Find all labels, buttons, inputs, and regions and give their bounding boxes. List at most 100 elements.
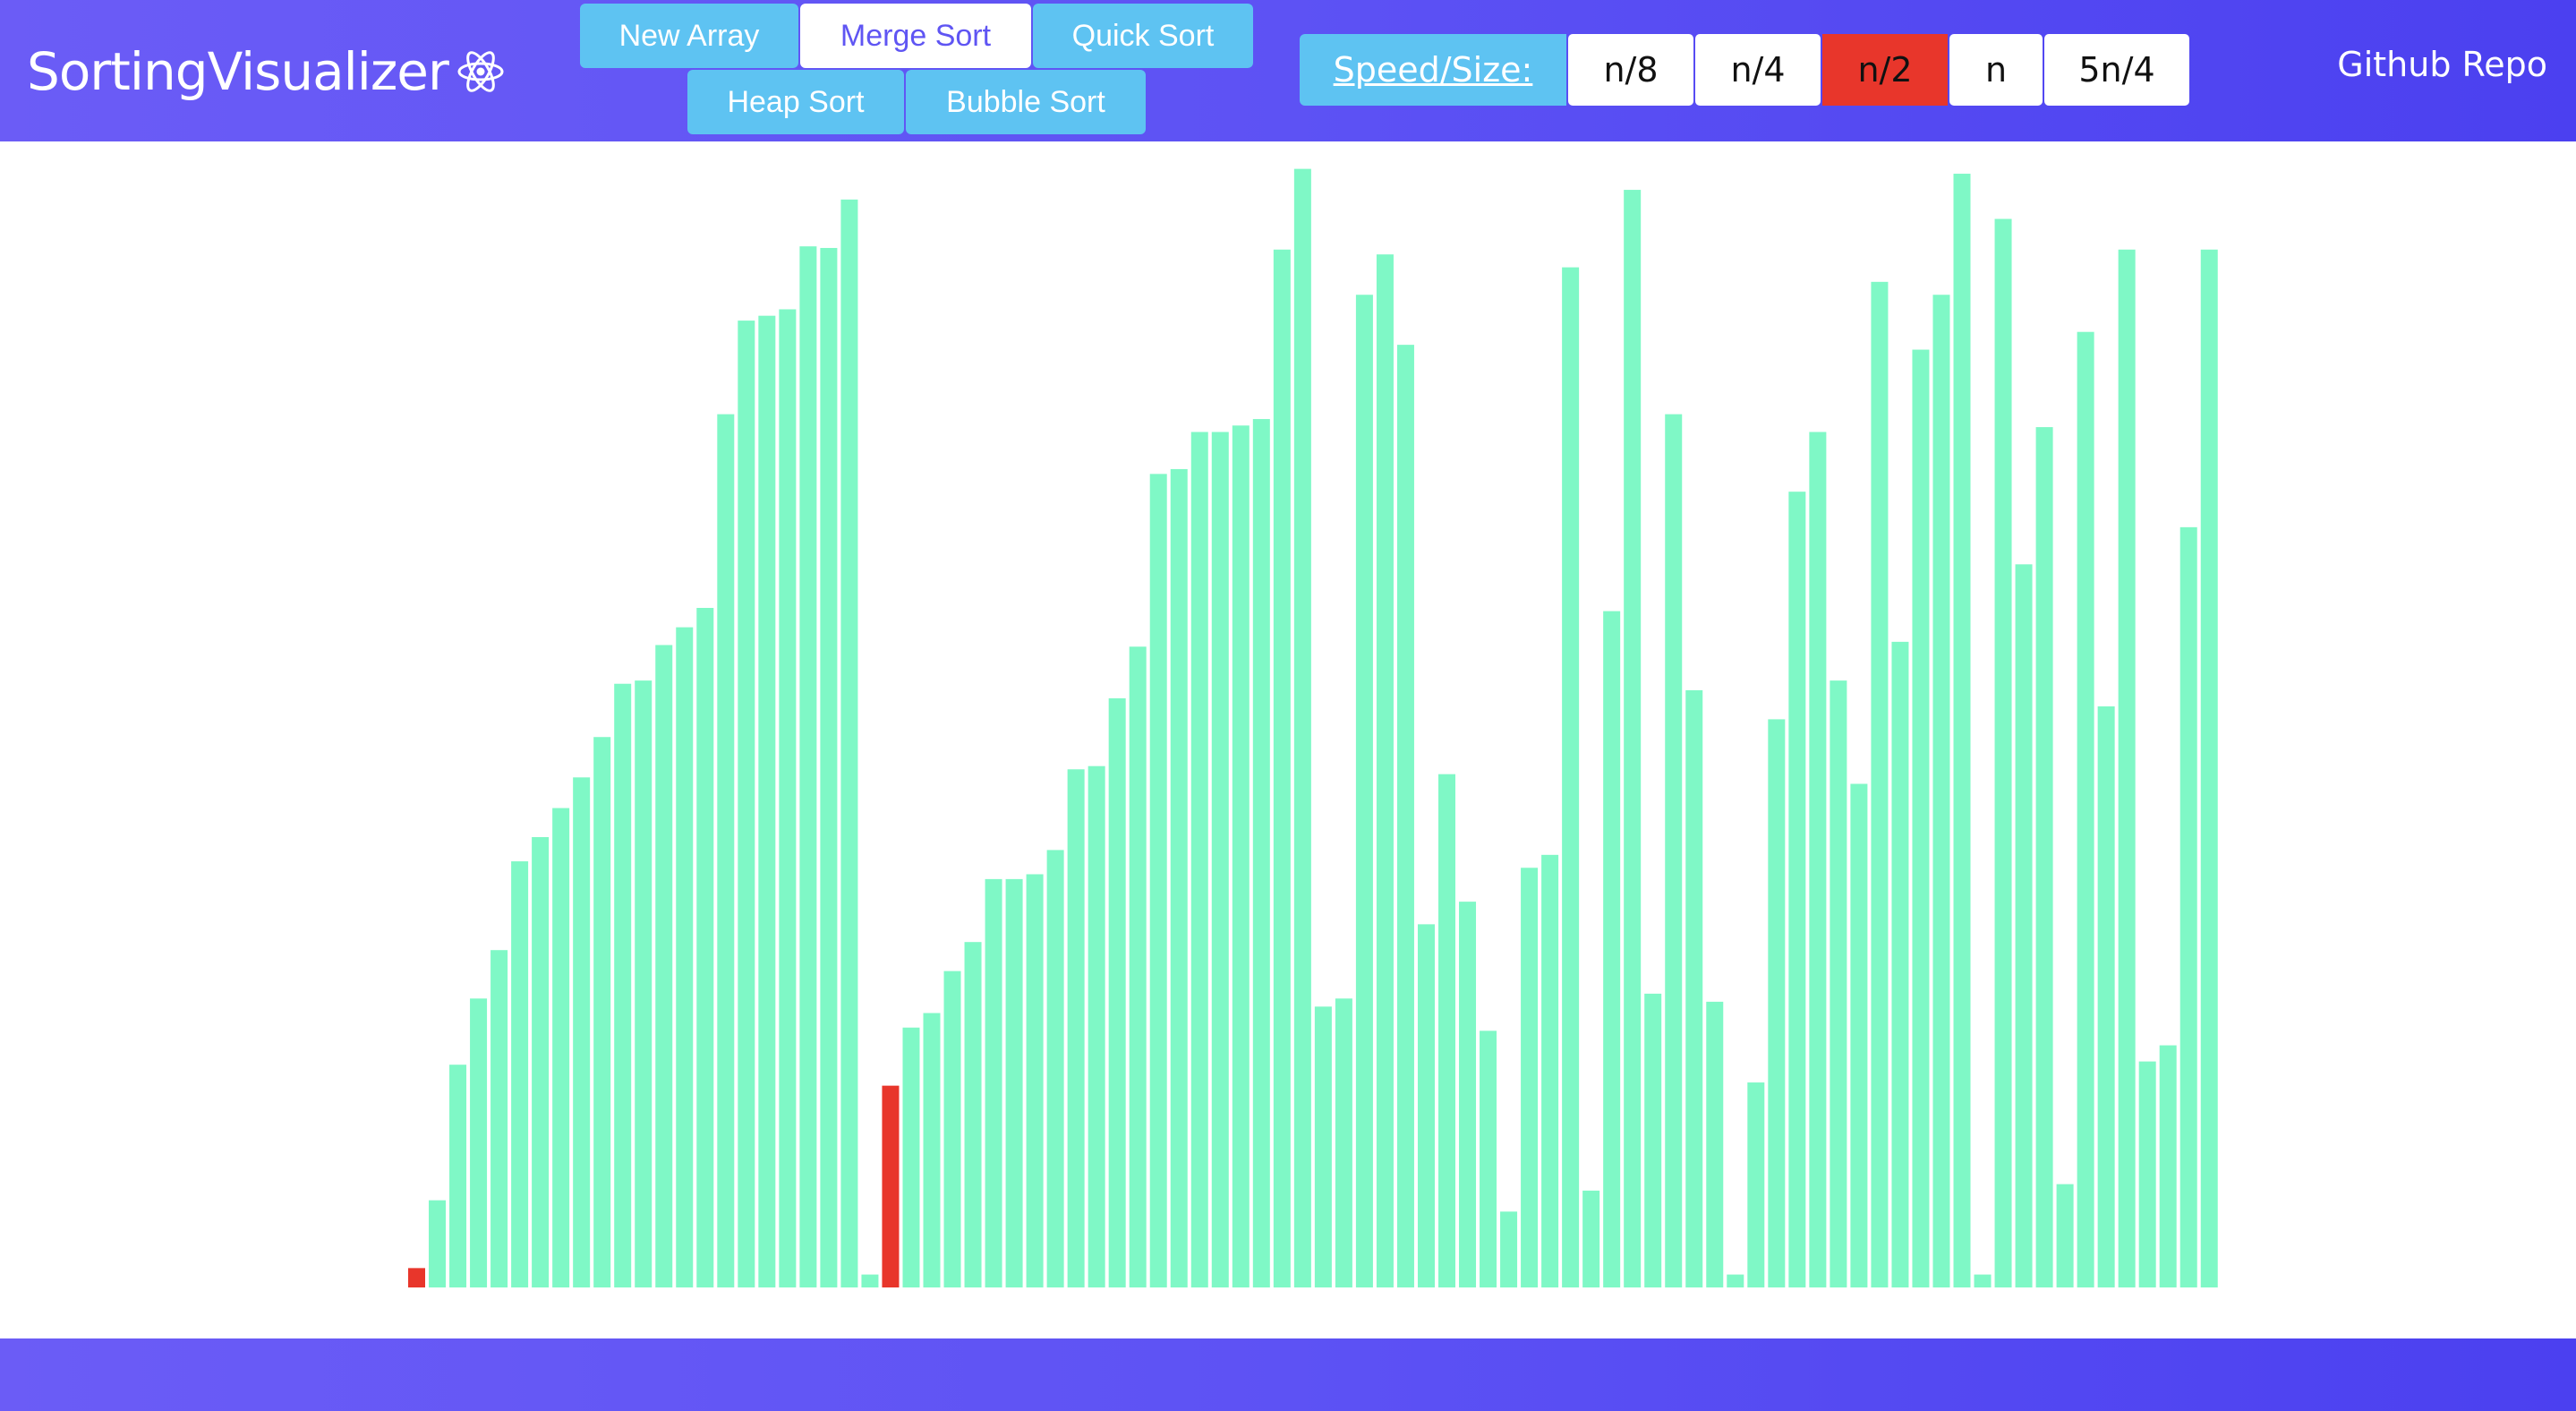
new-array-button[interactable]: New Array	[580, 4, 798, 68]
size-option-5n-4[interactable]: 5n/4	[2044, 34, 2189, 106]
array-bar	[1830, 680, 1847, 1287]
array-bar	[2179, 526, 2197, 1287]
footer-bar	[0, 1338, 2576, 1411]
array-bar	[1541, 854, 1559, 1287]
array-bar	[1788, 492, 1806, 1287]
array-bar	[1149, 474, 1167, 1287]
heap-sort-button[interactable]: Heap Sort	[687, 70, 904, 134]
array-bars-chart	[408, 168, 2218, 1288]
array-bar	[635, 680, 653, 1287]
array-bar	[511, 861, 529, 1287]
array-bar	[449, 1065, 467, 1287]
size-option-n[interactable]: n	[1949, 34, 2043, 106]
array-bar-highlighted	[882, 1085, 900, 1287]
merge-sort-button[interactable]: Merge Sort	[800, 4, 1031, 68]
array-bar	[2097, 706, 2115, 1287]
array-bar	[1665, 414, 1683, 1287]
array-bar	[1438, 774, 1455, 1287]
github-repo-link[interactable]: Github Repo	[2337, 45, 2547, 84]
array-bar	[1809, 432, 1827, 1287]
array-bar	[779, 309, 797, 1288]
array-bar	[1005, 878, 1023, 1287]
array-bar	[1211, 432, 1229, 1287]
array-bar	[1521, 868, 1539, 1287]
array-bar	[552, 808, 570, 1287]
array-bar	[1562, 267, 1580, 1288]
array-bar	[1273, 249, 1291, 1287]
array-bar	[1582, 1190, 1600, 1287]
array-bar	[2138, 1061, 2156, 1287]
array-bar	[1190, 432, 1208, 1287]
array-bar	[1046, 850, 1064, 1287]
array-bar	[573, 777, 591, 1287]
size-option-n-4[interactable]: n/4	[1695, 34, 1821, 106]
brand-title: SortingVisualizer	[27, 41, 449, 102]
array-bar	[1500, 1211, 1518, 1287]
size-option-n-8[interactable]: n/8	[1568, 34, 1693, 106]
array-bar	[1932, 295, 1950, 1287]
array-bar	[799, 246, 817, 1287]
react-atom-icon	[457, 51, 504, 92]
array-bar	[861, 1274, 879, 1287]
array-bar	[1727, 1274, 1744, 1287]
array-bar	[758, 315, 776, 1288]
array-bar	[1994, 218, 2012, 1287]
array-bar	[1067, 769, 1085, 1287]
array-bar	[1396, 345, 1414, 1287]
array-bar	[2035, 427, 2053, 1288]
array-bar	[717, 414, 735, 1287]
array-bar	[2077, 331, 2094, 1288]
array-bar	[738, 321, 755, 1288]
array-bar	[1685, 689, 1703, 1287]
quick-sort-button[interactable]: Quick Sort	[1033, 4, 1253, 68]
array-bar	[429, 1200, 447, 1287]
array-bar	[1314, 1006, 1332, 1287]
array-bar	[470, 998, 488, 1287]
array-bar	[1912, 349, 1930, 1287]
array-bar	[696, 608, 714, 1287]
array-bar	[964, 942, 982, 1287]
array-bar	[2200, 249, 2218, 1287]
array-bar	[1232, 425, 1250, 1287]
array-bar	[676, 627, 694, 1287]
array-bar	[1706, 1001, 1724, 1287]
array-bar	[1974, 1274, 1992, 1287]
brand[interactable]: SortingVisualizer	[27, 38, 506, 106]
array-bar	[1088, 765, 1105, 1287]
array-bar	[985, 878, 1002, 1287]
array-bar	[655, 645, 673, 1287]
array-bar	[2118, 249, 2136, 1287]
array-bar	[1376, 254, 1394, 1288]
array-bar	[923, 1013, 941, 1287]
array-bar	[1953, 174, 1971, 1287]
array-bar	[1644, 993, 1662, 1287]
array-bar	[840, 199, 858, 1287]
array-bar	[1170, 468, 1188, 1287]
array-bar	[1850, 783, 1868, 1287]
array-bar	[1355, 295, 1373, 1287]
array-bar	[1459, 902, 1477, 1287]
array-bar	[532, 837, 550, 1287]
size-option-n-2[interactable]: n/2	[1822, 34, 1948, 106]
array-bar	[943, 971, 961, 1287]
top-navbar: SortingVisualizer New Array Merge Sort Q…	[0, 0, 2576, 141]
array-bar	[1480, 1030, 1497, 1287]
array-bar	[1293, 168, 1311, 1287]
array-bar	[1129, 646, 1147, 1287]
array-bar	[2056, 1184, 2074, 1287]
array-bar	[1026, 874, 1044, 1287]
array-bar	[902, 1027, 920, 1287]
array-bar	[1335, 998, 1352, 1287]
array-bar-highlighted	[408, 1268, 425, 1287]
array-bar	[2015, 564, 2033, 1287]
array-bar	[1871, 281, 1889, 1287]
bubble-sort-button[interactable]: Bubble Sort	[906, 70, 1146, 134]
array-bar	[1624, 190, 1642, 1287]
array-bar	[1768, 719, 1786, 1287]
array-bar	[1603, 611, 1621, 1287]
array-bar	[820, 247, 838, 1288]
array-bar	[614, 683, 632, 1287]
array-bar	[593, 737, 611, 1287]
array-bar	[2159, 1045, 2177, 1287]
speed-size-label: Speed/Size:	[1300, 34, 1566, 106]
